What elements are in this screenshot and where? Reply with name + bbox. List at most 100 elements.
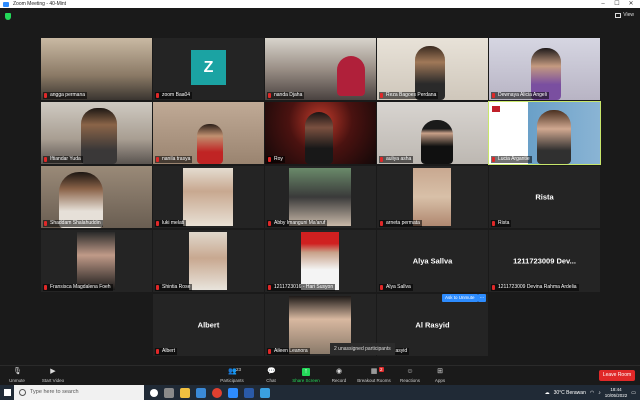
- share-screen-label: Share Screen: [292, 378, 320, 383]
- participant-tile[interactable]: 1211723016 - Hari Susyon: [265, 230, 376, 292]
- store-icon[interactable]: [196, 387, 206, 398]
- video-feed: [301, 232, 339, 290]
- participant-tile[interactable]: Iftiandar Yuda: [41, 102, 152, 164]
- clock[interactable]: 18:44 10/05/2022: [605, 387, 628, 399]
- reactions-label: Reactions: [399, 378, 420, 383]
- participants-count: 23: [236, 367, 242, 372]
- windows-taskbar: Type here to search ☁ 30°C Berawan ◠ ♪ 1…: [0, 385, 640, 400]
- participant-tile[interactable]: Albert Albert: [153, 294, 264, 356]
- person-figure: [197, 124, 223, 164]
- participant-name: arneta permata: [379, 220, 422, 227]
- participant-name: Shintia Rose: [155, 284, 193, 291]
- start-video-button[interactable]: ▶ Start Video: [38, 367, 68, 385]
- participant-name: Dewnaya Alicia Angeli: [491, 92, 549, 99]
- chrome-icon[interactable]: [212, 387, 222, 398]
- participant-tile[interactable]: Abby Imanguni Ma'aruf: [265, 166, 376, 228]
- notifications-icon[interactable]: ▭: [631, 390, 636, 396]
- wifi-icon[interactable]: ◠: [590, 390, 594, 396]
- participant-name: Iftiandar Yuda: [43, 156, 83, 163]
- reactions-icon: ☺: [406, 368, 414, 375]
- start-button[interactable]: [0, 385, 14, 400]
- participant-tile[interactable]: nanda Djaha: [265, 38, 376, 100]
- close-icon[interactable]: ✕: [624, 0, 638, 8]
- security-shield-icon[interactable]: [5, 13, 11, 20]
- unassigned-participants-notice: 2 unassigned participants: [330, 343, 395, 355]
- participant-tile[interactable]: angga permana: [41, 38, 152, 100]
- person-figure: [81, 108, 117, 164]
- person-figure: [337, 56, 365, 96]
- person-figure: [421, 120, 453, 164]
- view-button[interactable]: View: [615, 12, 634, 18]
- task-view-icon[interactable]: [164, 387, 174, 398]
- participants-label: Participants: [220, 378, 244, 383]
- apps-icon: ⊞: [437, 368, 443, 375]
- participant-name: 1211723016 - Hari Susyon: [267, 284, 336, 291]
- taskbar-search-box[interactable]: Type here to search: [14, 385, 144, 400]
- record-label: Record: [331, 378, 347, 383]
- apps-label: Apps: [434, 378, 446, 383]
- meeting-toolbar: 🎙 Unmute ▶ Start Video 👥 23 Participants…: [0, 365, 640, 385]
- more-options-button[interactable]: ...: [478, 294, 486, 302]
- file-explorer-icon[interactable]: [180, 387, 190, 398]
- leave-room-button[interactable]: Leave Room: [599, 370, 635, 381]
- mail-icon[interactable]: [260, 387, 270, 398]
- participant-name: nanda Djaha: [267, 92, 305, 99]
- participant-name: Lucia Argantie: [491, 156, 532, 163]
- breakout-rooms-button[interactable]: ▦ 2 Breakout Rooms: [355, 367, 393, 385]
- participant-tile[interactable]: Dewnaya Alicia Angeli: [489, 38, 600, 100]
- participant-tile[interactable]: Roy: [265, 102, 376, 164]
- breakout-count-badge: 2: [379, 367, 384, 372]
- participant-tile[interactable]: Reza Bagoes Perdana: [377, 38, 488, 100]
- maximize-icon[interactable]: ☐: [610, 0, 624, 8]
- window-title: Zoom Meeting - 40-Mint: [13, 1, 67, 7]
- window-controls: – ☐ ✕: [596, 0, 638, 8]
- participant-name: Abby Imanguni Ma'aruf: [267, 220, 328, 227]
- participant-tile[interactable]: Shintia Rose: [153, 230, 264, 292]
- chat-label: Chat: [266, 378, 276, 383]
- participant-display-name: Rista: [535, 192, 554, 202]
- zoom-taskbar-icon[interactable]: [228, 387, 238, 398]
- share-screen-icon: ↑: [302, 368, 310, 376]
- person-figure: [537, 110, 571, 164]
- minimize-icon[interactable]: –: [596, 0, 610, 8]
- participant-name: nanila trasya: [155, 156, 193, 163]
- participant-tile[interactable]: Shaddam Shalahuddin: [41, 166, 152, 228]
- video-feed: [289, 168, 351, 226]
- word-icon[interactable]: [244, 387, 254, 398]
- participant-name: Alya Sallva: [379, 284, 413, 291]
- participant-display-name: Al Rasyid: [415, 320, 450, 330]
- participants-button[interactable]: 👥 23 Participants: [216, 367, 248, 385]
- video-feed: [41, 38, 152, 100]
- participant-tile[interactable]: Rista Rista: [489, 166, 600, 228]
- participant-tile[interactable]: arneta permata: [377, 166, 488, 228]
- participant-name: Rista: [491, 220, 512, 227]
- person-figure: [305, 112, 333, 164]
- breakout-rooms-label: Breakout Rooms: [357, 378, 391, 383]
- chat-button[interactable]: 💬 Chat: [260, 367, 282, 385]
- participant-name: angga permana: [43, 92, 88, 99]
- video-feed: [413, 168, 451, 226]
- participant-tile[interactable]: luki melati: [153, 166, 264, 228]
- cortana-icon[interactable]: [150, 388, 158, 397]
- participant-tile[interactable]: auliya asha: [377, 102, 488, 164]
- participant-tile[interactable]: nanila trasya: [153, 102, 264, 164]
- participant-tile[interactable]: Alya Sallva Alya Sallva: [377, 230, 488, 292]
- apps-button[interactable]: ⊞ Apps: [430, 367, 450, 385]
- clock-date: 10/05/2022: [604, 392, 628, 398]
- volume-icon[interactable]: ♪: [598, 390, 601, 396]
- weather-icon: ☁: [544, 389, 550, 396]
- share-screen-button[interactable]: ↑ Share Screen: [290, 367, 322, 385]
- avatar: Z: [191, 50, 226, 85]
- ask-to-unmute-button[interactable]: Ask to Unmute: [442, 294, 478, 302]
- participant-tile-active-speaker[interactable]: Lucia Argantie: [488, 101, 601, 165]
- participant-tile[interactable]: Z zoom Baa04: [153, 38, 264, 100]
- participant-tile[interactable]: 1211723009 Dev... 1211723009 Devina Rahm…: [489, 230, 600, 292]
- participants-icon: 👥: [228, 368, 237, 375]
- participant-name: Albert: [155, 348, 178, 355]
- reactions-button[interactable]: ☺ Reactions: [396, 367, 424, 385]
- video-feed: [183, 168, 233, 226]
- weather-text[interactable]: 30°C Berawan: [554, 390, 586, 396]
- participant-tile[interactable]: Fransisca Magdalena Foeh: [41, 230, 152, 292]
- record-button[interactable]: ◉ Record: [328, 367, 350, 385]
- unmute-button[interactable]: 🎙 Unmute: [6, 367, 28, 385]
